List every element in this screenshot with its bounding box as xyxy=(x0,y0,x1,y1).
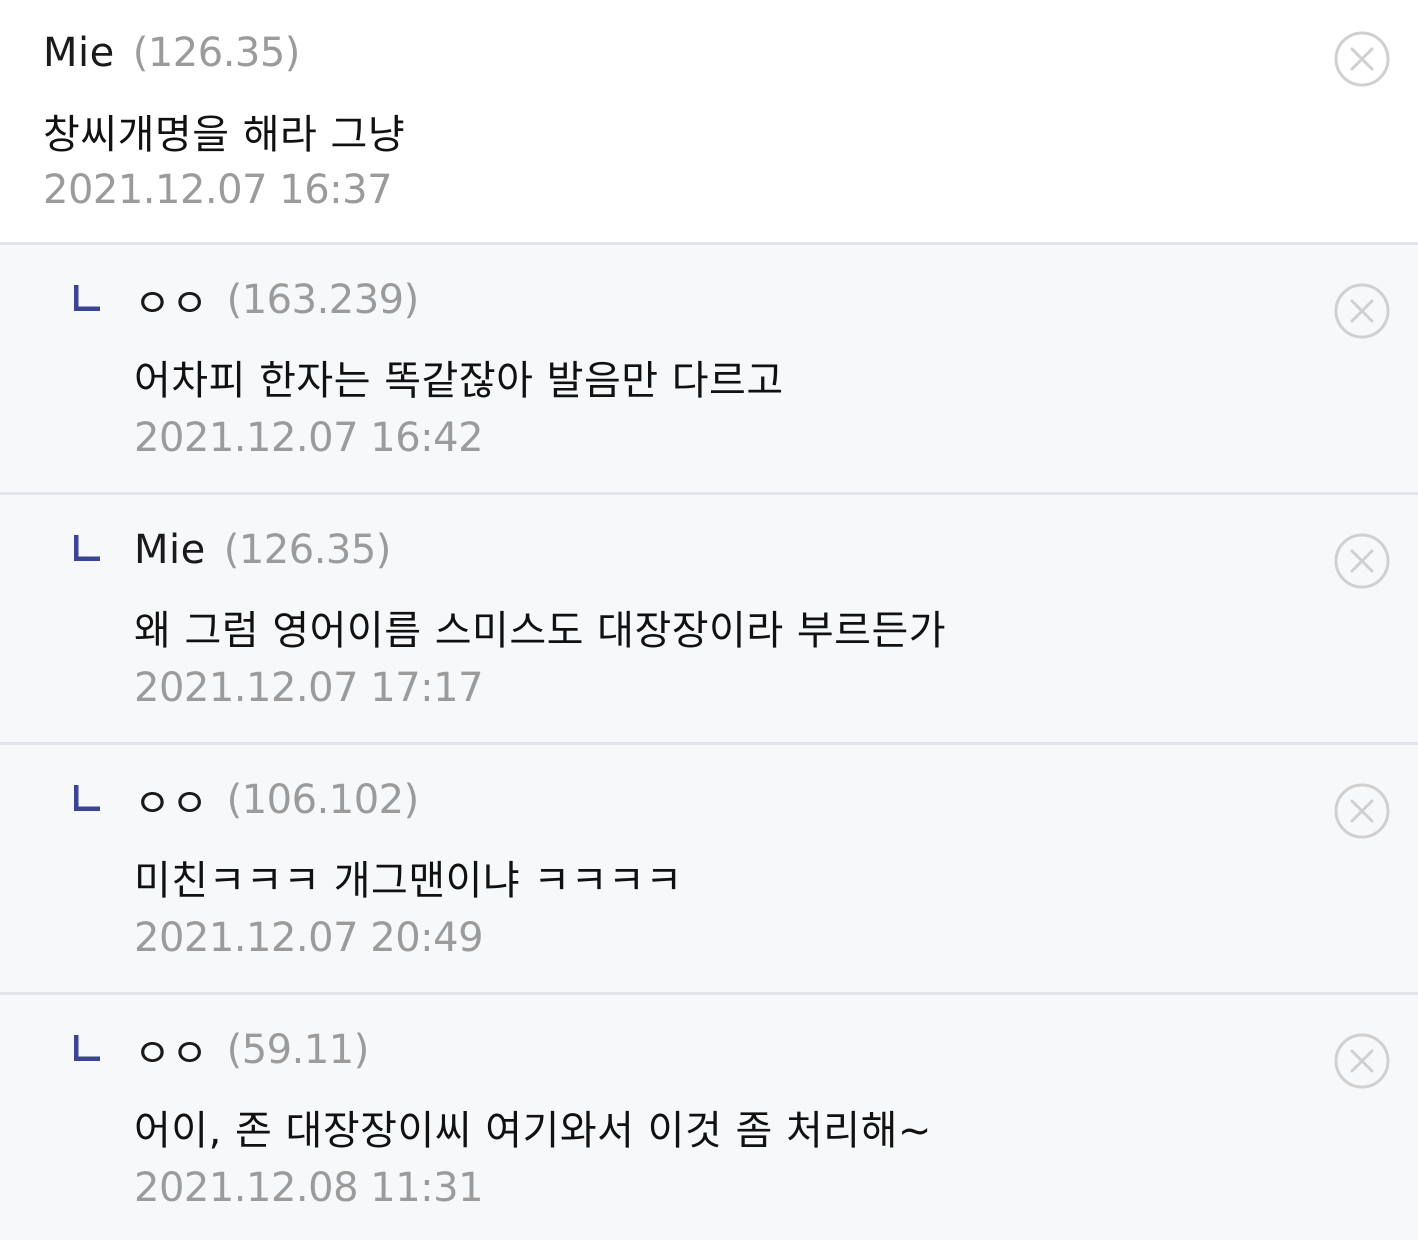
comment-text: 어이, 존 대장장이씨 여기와서 이것 좀 처리해~ xyxy=(134,1108,932,1154)
comment-date: 2021.12.07 17:17 xyxy=(134,665,484,711)
comment-author[interactable]: ㅇㅇ xyxy=(134,771,209,829)
comment-item: Mie (126.35) 창씨개명을 해라 그냥 2021.12.07 16:3… xyxy=(0,0,1418,245)
comment-author[interactable]: ㅇㅇ xyxy=(134,271,209,329)
reply-arrow-icon xyxy=(74,785,100,811)
comment-author[interactable]: Mie xyxy=(43,30,115,76)
comment-header: Mie (126.35) xyxy=(134,525,391,575)
reply-arrow-icon xyxy=(74,1035,100,1061)
reply-item: ㅇㅇ (59.11) 어이, 존 대장장이씨 여기와서 이것 좀 처리해~ 20… xyxy=(0,995,1418,1240)
comment-date: 2021.12.07 16:42 xyxy=(134,415,484,461)
reply-item: Mie (126.35) 왜 그럼 영어이름 스미스도 대장장이라 부르든가 2… xyxy=(0,495,1418,745)
reply-arrow-icon xyxy=(74,535,100,561)
comment-date: 2021.12.07 20:49 xyxy=(134,915,484,961)
delete-circle-x-icon[interactable] xyxy=(1333,30,1391,88)
comment-date: 2021.12.08 11:31 xyxy=(134,1165,484,1211)
comment-list: Mie (126.35) 창씨개명을 해라 그냥 2021.12.07 16:3… xyxy=(0,0,1418,1240)
delete-circle-x-icon[interactable] xyxy=(1333,282,1391,340)
reply-item: ㅇㅇ (106.102) 미친ㅋㅋㅋ 개그맨이냐 ㅋㅋㅋㅋ 2021.12.07… xyxy=(0,745,1418,995)
comment-author[interactable]: Mie xyxy=(134,527,206,573)
comment-header: ㅇㅇ (106.102) xyxy=(134,775,420,827)
comment-author[interactable]: ㅇㅇ xyxy=(134,1021,209,1079)
reply-arrow-icon xyxy=(74,285,100,311)
comment-ip: (126.35) xyxy=(223,527,392,573)
comment-date: 2021.12.07 16:37 xyxy=(43,167,393,213)
comment-text: 어차피 한자는 똑같잖아 발음만 다르고 xyxy=(134,358,784,404)
reply-item: ㅇㅇ (163.239) 어차피 한자는 똑같잖아 발음만 다르고 2021.1… xyxy=(0,245,1418,495)
comment-text: 왜 그럼 영어이름 스미스도 대장장이라 부르든가 xyxy=(134,608,947,654)
comment-header: ㅇㅇ (163.239) xyxy=(134,275,420,327)
delete-circle-x-icon[interactable] xyxy=(1333,1032,1391,1090)
comment-text: 창씨개명을 해라 그냥 xyxy=(43,112,406,158)
comment-text: 미친ㅋㅋㅋ 개그맨이냐 ㅋㅋㅋㅋ xyxy=(134,858,683,904)
delete-circle-x-icon[interactable] xyxy=(1333,782,1391,840)
comment-ip: (59.11) xyxy=(226,1027,370,1073)
comment-ip: (106.102) xyxy=(226,777,420,823)
comment-ip: (126.35) xyxy=(132,30,301,76)
comment-header: Mie (126.35) xyxy=(43,28,300,78)
delete-circle-x-icon[interactable] xyxy=(1333,532,1391,590)
comment-header: ㅇㅇ (59.11) xyxy=(134,1025,370,1077)
comment-ip: (163.239) xyxy=(226,277,420,323)
